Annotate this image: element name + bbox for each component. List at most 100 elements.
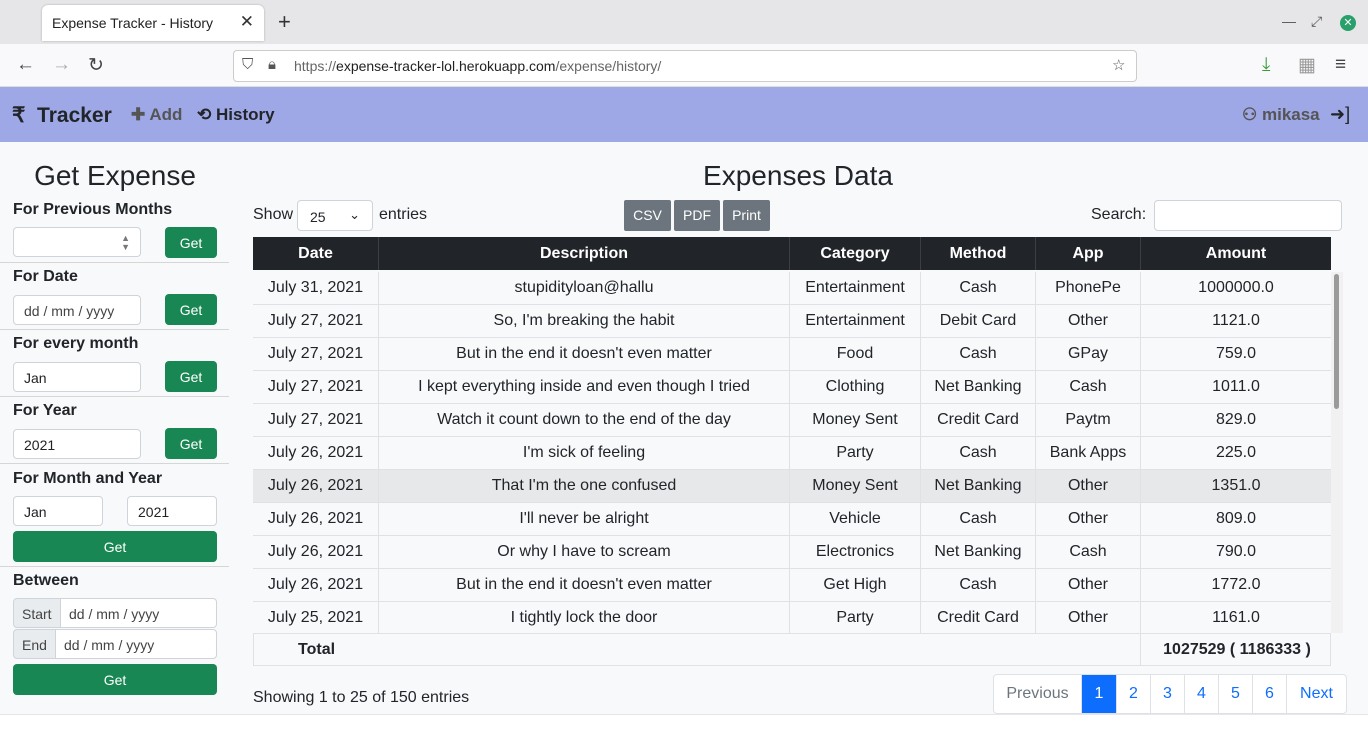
cell-app: Cash xyxy=(1036,536,1141,568)
month-year-month-select[interactable]: Jan xyxy=(13,496,103,526)
cell-app: Other xyxy=(1036,305,1141,337)
table-row[interactable]: July 26, 2021 But in the end it doesn't e… xyxy=(253,569,1331,602)
prev-months-get-button[interactable]: Get xyxy=(165,227,217,258)
logout-icon[interactable]: ➜] xyxy=(1330,104,1350,125)
nav-history[interactable]: ⟲ History xyxy=(197,105,275,125)
nav-add[interactable]: ✚ Add xyxy=(131,105,182,125)
date-input[interactable]: dd / mm / yyyy xyxy=(13,295,141,325)
cell-method: Cash xyxy=(921,272,1036,304)
page-bottom xyxy=(0,714,1368,747)
table-row[interactable]: July 26, 2021 Or why I have to scream Elec… xyxy=(253,536,1331,569)
cell-amount: 1772.0 xyxy=(1211,576,1261,593)
show-label: Show xyxy=(253,206,294,223)
forward-icon[interactable]: → xyxy=(52,54,71,76)
column-header-category[interactable]: Category xyxy=(790,237,921,270)
divider xyxy=(0,566,229,567)
page-3[interactable]: 3 xyxy=(1150,675,1184,713)
nav-user[interactable]: ⚇ mikasa xyxy=(1242,105,1320,125)
reload-icon[interactable]: ↻ xyxy=(88,54,104,77)
total-label: Total xyxy=(298,641,336,658)
page-5[interactable]: 5 xyxy=(1218,675,1252,713)
cell-method: Credit Card xyxy=(921,404,1036,436)
table-row[interactable]: July 26, 2021 I'm sick of feeling Party Cas… xyxy=(253,437,1331,470)
column-header-date[interactable]: Date xyxy=(253,237,379,270)
cell-category: Electronics xyxy=(790,536,921,568)
menu-icon[interactable]: ≡ xyxy=(1335,54,1346,76)
page-1[interactable]: 1 xyxy=(1081,675,1116,713)
print-button[interactable]: Print xyxy=(723,200,770,231)
every-month-get-button[interactable]: Get xyxy=(165,361,217,392)
column-header-description[interactable]: Description xyxy=(379,237,790,270)
year-input[interactable]: 2021 xyxy=(13,429,141,459)
cell-method: Net Banking xyxy=(921,470,1036,502)
minimize-icon[interactable]: — xyxy=(1282,13,1296,29)
cell-date: July 26, 2021 xyxy=(253,569,379,601)
between-get-button[interactable]: Get xyxy=(13,664,217,695)
spinner-icon[interactable]: ▲ ▼ xyxy=(121,234,130,252)
table-row[interactable]: July 26, 2021 That I'm the one confused Mo… xyxy=(253,470,1331,503)
cell-description: I tightly lock the door xyxy=(379,602,790,633)
restore-icon[interactable]: ⤢ xyxy=(1311,13,1322,30)
page-previous[interactable]: Previous xyxy=(994,675,1081,713)
cell-category: Money Sent xyxy=(790,470,921,502)
cell-date: July 27, 2021 xyxy=(253,371,379,403)
back-icon[interactable]: ← xyxy=(16,54,35,76)
every-month-label: For every month xyxy=(13,335,139,352)
year-get-button[interactable]: Get xyxy=(165,428,217,459)
user-icon: ⚇ xyxy=(1242,105,1258,124)
month-year-get-button[interactable]: Get xyxy=(13,531,217,562)
app-navbar: ₹ Tracker ✚ Add ⟲ History ⚇ mikasa ➜] xyxy=(0,87,1368,142)
cell-description: I kept everything inside and even though… xyxy=(379,371,790,403)
table-row[interactable]: July 27, 2021 But in the end it doesn't e… xyxy=(253,338,1331,371)
table-row[interactable]: July 31, 2021 stupidityloan@hallu Entertai… xyxy=(253,272,1331,305)
extension-icon[interactable]: ▦ xyxy=(1298,54,1316,77)
year-label: For Year xyxy=(13,402,77,419)
cell-amount: 1121.0 xyxy=(1212,312,1260,329)
cell-app: GPay xyxy=(1036,338,1141,370)
search-input[interactable] xyxy=(1154,200,1342,231)
close-tab-icon[interactable]: ✕ xyxy=(240,12,254,32)
start-date-input[interactable]: dd / mm / yyyy xyxy=(61,598,217,628)
page-next[interactable]: Next xyxy=(1286,675,1346,713)
cell-app: Cash xyxy=(1036,371,1141,403)
page-4[interactable]: 4 xyxy=(1184,675,1218,713)
month-year-year-input[interactable]: 2021 xyxy=(127,496,217,526)
table-footer: Total 1027529 ( 1186333 ) xyxy=(253,633,1331,666)
column-header-app[interactable]: App xyxy=(1036,237,1141,270)
page-6[interactable]: 6 xyxy=(1252,675,1286,713)
table-row[interactable]: July 26, 2021 I'll never be alright Vehicl… xyxy=(253,503,1331,536)
table-row[interactable]: July 27, 2021 Watch it count down to the … xyxy=(253,404,1331,437)
csv-button[interactable]: CSV xyxy=(624,200,671,231)
every-month-select[interactable]: Jan xyxy=(13,362,141,392)
browser-tab[interactable]: Expense Tracker - History ✕ xyxy=(42,5,264,41)
brand[interactable]: ₹ Tracker xyxy=(12,103,112,128)
pdf-button[interactable]: PDF xyxy=(674,200,720,231)
cell-description: I'm sick of feeling xyxy=(379,437,790,469)
cell-amount: 829.0 xyxy=(1215,411,1257,428)
chevron-down-icon: ⌄ xyxy=(349,207,360,222)
pagination: Previous 1 2 3 4 5 6 Next xyxy=(993,674,1347,714)
table-row[interactable]: July 27, 2021 I kept everything inside an… xyxy=(253,371,1331,404)
url-bar[interactable]: ⛉ 🔒︎ https://expense-tracker-lol.herokua… xyxy=(233,50,1137,82)
url-text[interactable]: https://expense-tracker-lol.herokuapp.co… xyxy=(294,58,661,74)
prev-months-label: For Previous Months xyxy=(13,201,173,218)
bookmark-star-icon[interactable]: ☆ xyxy=(1112,56,1125,74)
download-icon[interactable]: ⤓ xyxy=(1262,54,1270,76)
column-header-method[interactable]: Method xyxy=(921,237,1036,270)
table-row[interactable]: July 25, 2021 I tightly lock the door Part… xyxy=(253,602,1331,633)
divider xyxy=(0,463,229,464)
page-size-select[interactable]: 25 ⌄ xyxy=(297,200,373,231)
prev-months-input[interactable]: ▲ ▼ xyxy=(13,227,141,257)
column-header-amount[interactable]: Amount xyxy=(1141,237,1331,270)
new-tab-icon[interactable]: + xyxy=(278,9,291,35)
page-2[interactable]: 2 xyxy=(1116,675,1150,713)
table-row[interactable]: July 27, 2021 So, I'm breaking the habit E… xyxy=(253,305,1331,338)
table-scrollbar[interactable] xyxy=(1331,272,1343,633)
window-close-icon[interactable]: ✕ xyxy=(1340,15,1356,31)
end-date-input[interactable]: dd / mm / yyyy xyxy=(56,629,217,659)
cell-method: Credit Card xyxy=(921,602,1036,633)
date-get-button[interactable]: Get xyxy=(165,294,217,325)
scrollbar-thumb[interactable] xyxy=(1334,274,1339,409)
shield-icon[interactable]: ⛉ xyxy=(242,56,253,73)
lock-icon[interactable]: 🔒︎ xyxy=(268,56,276,73)
